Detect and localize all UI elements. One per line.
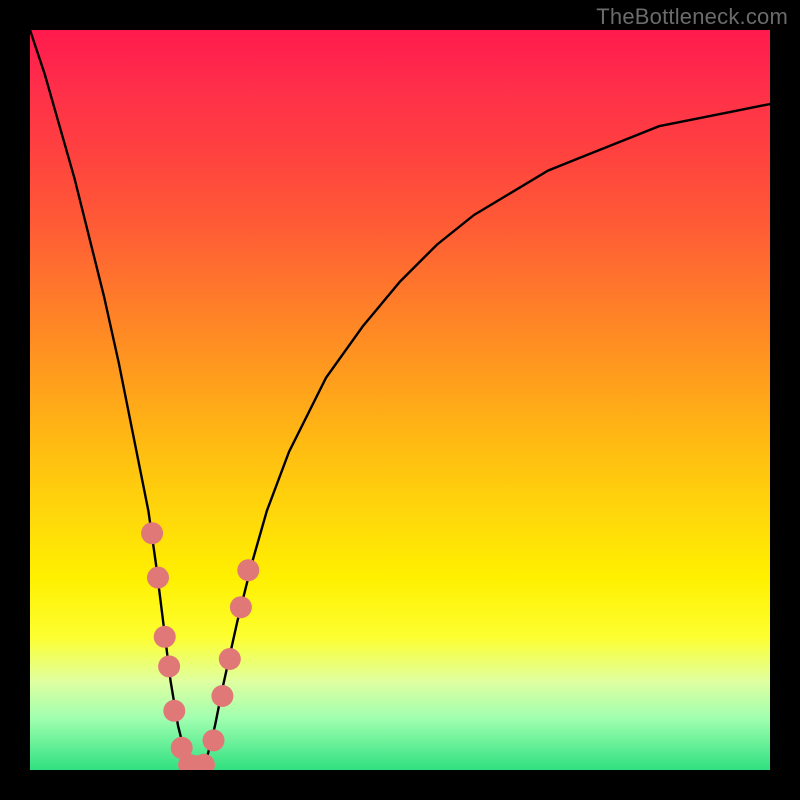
plot-area	[30, 30, 770, 770]
marker-dot	[230, 596, 252, 618]
marker-dot	[211, 685, 233, 707]
curve-layer	[30, 30, 770, 770]
marker-dot	[237, 559, 259, 581]
watermark-text: TheBottleneck.com	[596, 4, 788, 30]
marker-dot	[154, 626, 176, 648]
marker-dot	[141, 522, 163, 544]
marker-dot	[158, 655, 180, 677]
marker-dot	[163, 700, 185, 722]
marker-dot	[147, 567, 169, 589]
marker-group	[141, 522, 259, 770]
marker-dot	[203, 729, 225, 751]
chart-frame: TheBottleneck.com	[0, 0, 800, 800]
bottleneck-curve-path	[30, 30, 770, 770]
marker-dot	[219, 648, 241, 670]
